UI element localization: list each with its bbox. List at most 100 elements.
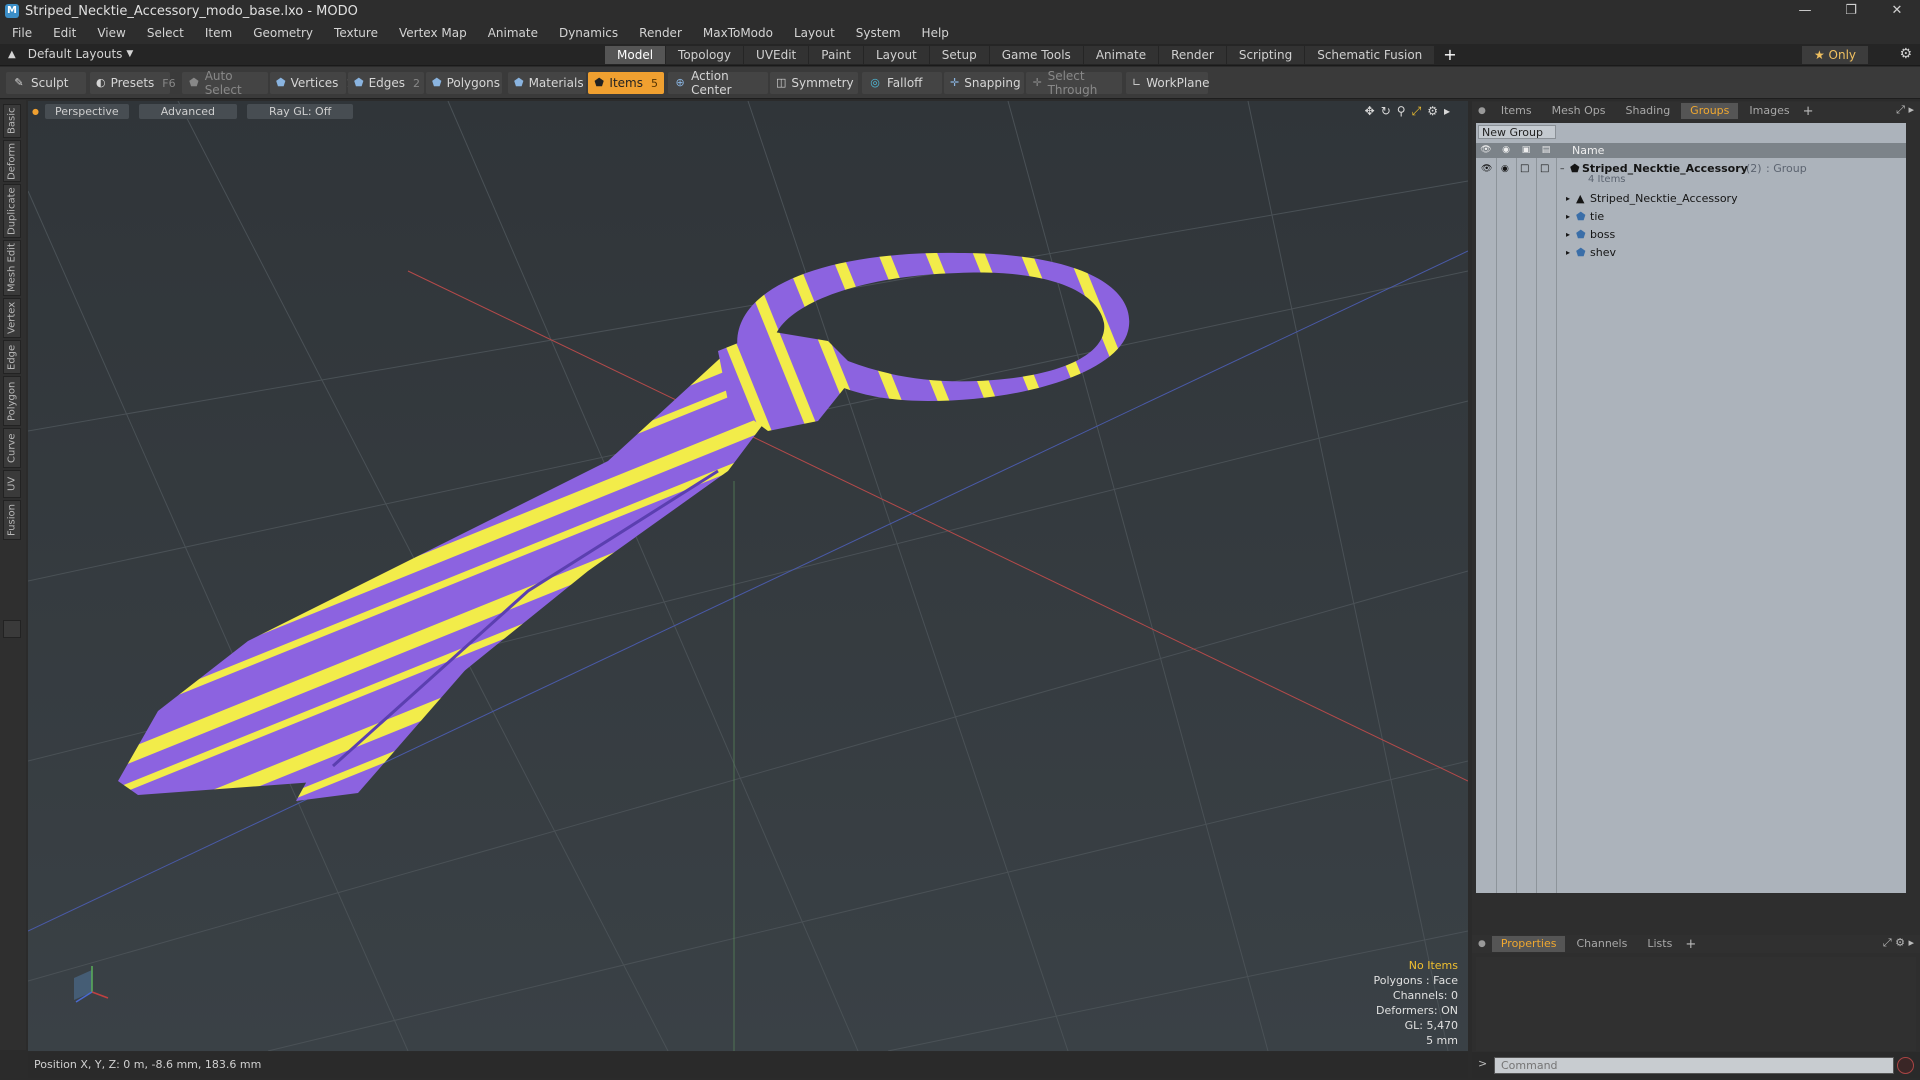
restore-button[interactable]: ❐ [1828, 0, 1874, 22]
action-center-button[interactable]: ⊕ Action Center [668, 69, 768, 97]
menu-animate[interactable]: Animate [488, 26, 538, 40]
select-through-button[interactable]: ✛ Select Through [1026, 69, 1122, 97]
tab-layout[interactable]: Layout [863, 46, 929, 64]
menu-item[interactable]: Item [205, 26, 232, 40]
menu-file[interactable]: File [12, 26, 32, 40]
auto-select-button[interactable]: ⬟ Auto Select [182, 69, 268, 97]
tab-uvedit[interactable]: UVEdit [744, 46, 809, 64]
menu-system[interactable]: System [856, 26, 901, 40]
menu-maxtomodo[interactable]: MaxToModo [703, 26, 773, 40]
viewport-menu-icon[interactable]: ● [32, 107, 39, 116]
menu-vertex-map[interactable]: Vertex Map [399, 26, 467, 40]
tab-groups[interactable]: Groups [1681, 103, 1739, 119]
fit-icon[interactable]: ⤢ [1412, 104, 1422, 119]
shading-mode-button[interactable]: Advanced [138, 103, 238, 119]
view-type-button[interactable]: Perspective [44, 103, 129, 119]
viewport-gear-icon[interactable]: ⚙ [1427, 104, 1438, 119]
command-run-button[interactable] [1897, 1057, 1914, 1074]
menu-edit[interactable]: Edit [53, 26, 76, 40]
vtab-duplicate[interactable]: Duplicate [3, 184, 21, 238]
viewport-expand-icon[interactable]: ▸ [1444, 104, 1450, 119]
materials-button[interactable]: ⬟ Materials [508, 72, 586, 94]
polygons-button[interactable]: ⬟ Polygons [426, 72, 502, 94]
items-button[interactable]: ⬟ Items 5 [588, 72, 664, 94]
tab-animate[interactable]: Animate [1083, 46, 1159, 64]
tab-shading[interactable]: Shading [1616, 103, 1679, 119]
layout-preset-dropdown[interactable]: ▲ Default Layouts ▼ [8, 47, 133, 61]
vtab-mesh-edit[interactable]: Mesh Edit [3, 240, 21, 296]
tab-items[interactable]: Items [1492, 103, 1541, 119]
snapping-button[interactable]: ✛ Snapping [944, 72, 1024, 94]
expand-icon[interactable]: ▸ [1566, 226, 1570, 244]
panel-menu-icon[interactable]: ● [1478, 939, 1486, 949]
vtab-deform[interactable]: Deform [3, 140, 21, 182]
viewport-scene[interactable] [28, 101, 1468, 1051]
sculpt-button[interactable]: ✎ Sculpt [6, 72, 86, 94]
tab-model[interactable]: Model [605, 46, 666, 64]
menu-geometry[interactable]: Geometry [253, 26, 313, 40]
list-item[interactable]: ▸ ⬟ tie [1476, 208, 1906, 226]
vtab-fusion[interactable]: Fusion [3, 500, 21, 540]
render-column-icon[interactable]: ◉ [1496, 143, 1516, 158]
expand-icon[interactable]: ▸ [1566, 208, 1570, 226]
raygl-button[interactable]: Ray GL: Off [247, 103, 354, 119]
tab-paint[interactable]: Paint [809, 46, 863, 64]
tab-mesh-ops[interactable]: Mesh Ops [1543, 103, 1615, 119]
falloff-button[interactable]: ◎ Falloff [862, 72, 942, 94]
panel-expand-icon[interactable]: ⤢ ⚙ ▸ [1883, 936, 1914, 950]
new-group-button[interactable]: New Group [1478, 125, 1556, 139]
menu-dynamics[interactable]: Dynamics [559, 26, 618, 40]
command-input[interactable] [1494, 1057, 1894, 1074]
list-item[interactable]: ▸ ⬟ boss [1476, 226, 1906, 244]
lock-column-icon[interactable]: ▣ [1516, 143, 1536, 158]
visibility-column-icon[interactable]: 👁 [1476, 143, 1496, 158]
minimize-button[interactable]: — [1782, 0, 1828, 22]
panel-menu-icon[interactable]: ● [1478, 106, 1486, 116]
tab-schematic-fusion[interactable]: Schematic Fusion [1305, 46, 1435, 64]
close-button[interactable]: ✕ [1874, 0, 1920, 22]
tab-setup[interactable]: Setup [929, 46, 989, 64]
vtab-basic[interactable]: Basic [3, 104, 21, 138]
add-tab-icon[interactable]: + [1803, 104, 1814, 119]
gear-icon[interactable]: ⚙ [1899, 46, 1912, 62]
tab-properties[interactable]: Properties [1491, 936, 1566, 952]
edges-button[interactable]: ⬟ Edges 2 [348, 72, 424, 94]
command-history-icon[interactable]: > [1478, 1057, 1487, 1070]
tab-game-tools[interactable]: Game Tools [989, 46, 1083, 64]
pan-icon[interactable]: ✥ [1365, 104, 1375, 119]
symmetry-button[interactable]: ◫ Symmetry [770, 72, 858, 94]
workplane-button[interactable]: ∟ WorkPlane [1126, 72, 1210, 94]
only-toggle-button[interactable]: ★ Only [1802, 46, 1868, 64]
expand-icon[interactable]: ▸ [1566, 190, 1570, 208]
menu-view[interactable]: View [97, 26, 125, 40]
list-item[interactable]: ▸ ⬟ shev [1476, 244, 1906, 262]
menu-texture[interactable]: Texture [334, 26, 378, 40]
vtab-curve[interactable]: Curve [3, 428, 21, 468]
tab-lists[interactable]: Lists [1638, 936, 1681, 952]
panel-expand-icon[interactable]: ⤢ ▸ [1896, 103, 1914, 117]
zoom-icon[interactable]: ⚲ [1397, 104, 1406, 119]
tab-channels[interactable]: Channels [1567, 936, 1636, 952]
vtab-polygon[interactable]: Polygon [3, 376, 21, 426]
3d-viewport[interactable]: ● Perspective Advanced Ray GL: Off ✥ ↻ ⚲… [28, 101, 1468, 1051]
tab-images[interactable]: Images [1740, 103, 1798, 119]
add-tab-icon[interactable]: + [1435, 46, 1464, 64]
add-tab-icon[interactable]: + [1685, 937, 1696, 952]
vertices-button[interactable]: ⬟Vertices1 [270, 72, 353, 94]
menu-render[interactable]: Render [639, 26, 682, 40]
tab-topology[interactable]: Topology [666, 46, 744, 64]
presets-button[interactable]: ◐ Presets F6 [90, 72, 176, 94]
panel-toggle-button[interactable] [3, 620, 21, 638]
menu-help[interactable]: Help [922, 26, 949, 40]
vtab-uv[interactable]: UV [3, 470, 21, 498]
select-column-icon[interactable]: ▤ [1536, 143, 1556, 158]
menu-select[interactable]: Select [147, 26, 184, 40]
tab-render[interactable]: Render [1159, 46, 1226, 64]
vtab-vertex[interactable]: Vertex [3, 298, 21, 338]
tab-scripting[interactable]: Scripting [1226, 46, 1305, 64]
rotate-icon[interactable]: ↻ [1381, 104, 1391, 119]
menu-layout[interactable]: Layout [794, 26, 835, 40]
list-item[interactable]: ▸ ▲ Striped_Necktie_Accessory [1476, 190, 1906, 208]
expand-icon[interactable]: ▸ [1566, 244, 1570, 262]
vtab-edge[interactable]: Edge [3, 340, 21, 374]
